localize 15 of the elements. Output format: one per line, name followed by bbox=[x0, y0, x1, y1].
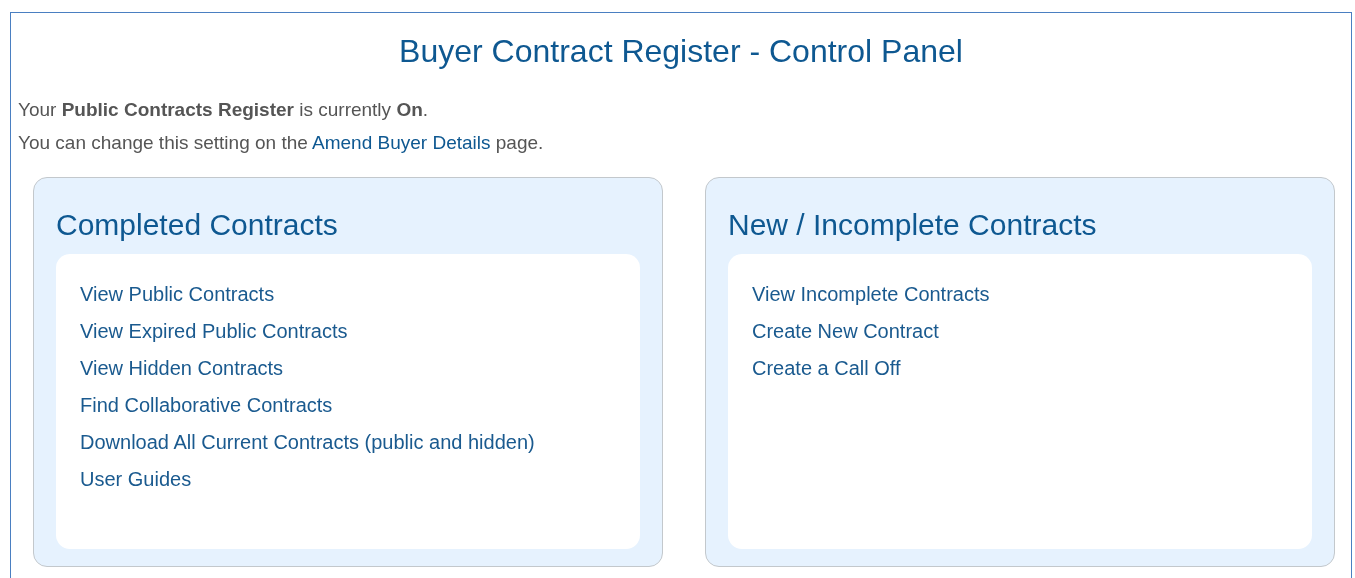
panel-link[interactable]: View Public Contracts bbox=[80, 276, 275, 313]
settings-text: You can change this setting on the Amend Buyer Details page. bbox=[18, 131, 545, 155]
panel-link[interactable]: Create New Contract bbox=[752, 313, 939, 350]
panel-link[interactable]: View Expired Public Contracts bbox=[80, 313, 348, 350]
panel-link[interactable]: User Guides bbox=[80, 461, 192, 498]
page-title: Buyer Contract Register - Control Panel bbox=[398, 32, 964, 71]
panel-link[interactable]: View Incomplete Contracts bbox=[752, 276, 990, 313]
panel-title: Completed Contracts bbox=[56, 207, 339, 243]
amend-details-link[interactable]: Amend Buyer Details bbox=[312, 132, 491, 153]
panel-link[interactable]: View Hidden Contracts bbox=[80, 350, 284, 387]
panel-title: New / Incomplete Contracts bbox=[728, 207, 1098, 243]
panel-link[interactable]: Create a Call Off bbox=[752, 350, 901, 387]
status-text: Your Public Contracts Register is currently On. bbox=[18, 98, 430, 122]
panel-link[interactable]: Download All Current Contracts (public and hidden) bbox=[80, 424, 535, 461]
panel-link[interactable]: Find Collaborative Contracts bbox=[80, 387, 333, 424]
